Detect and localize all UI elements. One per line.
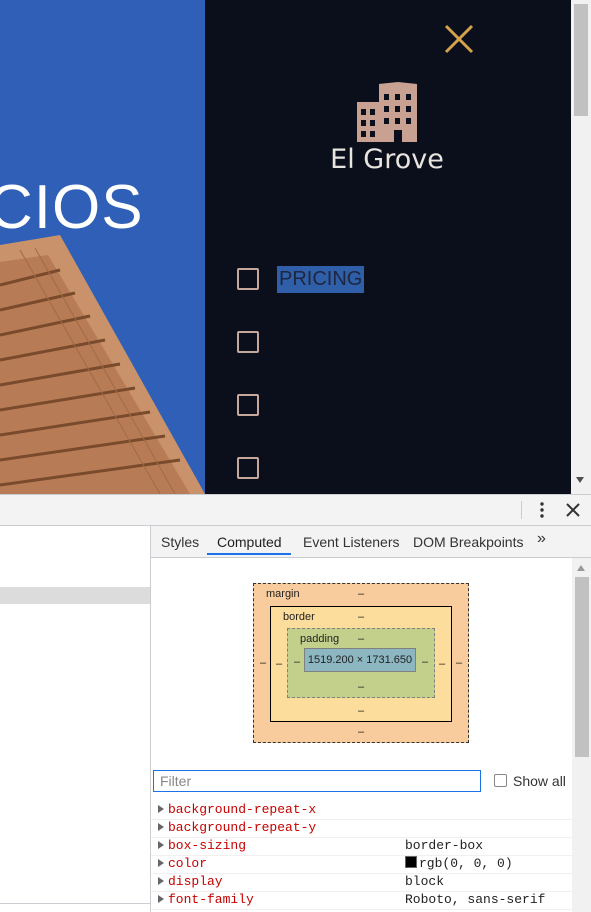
building-photo bbox=[0, 235, 205, 494]
toolbar-divider bbox=[521, 501, 522, 519]
property-name: box-sizing bbox=[168, 838, 247, 853]
margin-left-value: – bbox=[260, 657, 267, 669]
expand-arrow-icon[interactable] bbox=[158, 859, 164, 867]
expand-arrow-icon[interactable] bbox=[158, 877, 164, 885]
computed-property-row[interactable]: box-sizing border-box bbox=[151, 837, 572, 856]
scroll-down-arrow-icon[interactable] bbox=[576, 477, 584, 483]
tab-overflow-icon[interactable]: » bbox=[537, 530, 546, 548]
property-value: block bbox=[405, 874, 445, 889]
property-name: color bbox=[168, 856, 208, 871]
border-right-value: – bbox=[439, 658, 446, 670]
checkbox-icon[interactable] bbox=[237, 268, 259, 290]
filter-bar: Show all bbox=[151, 769, 572, 799]
property-name: font-family bbox=[168, 892, 254, 907]
checkbox-icon[interactable] bbox=[237, 457, 259, 479]
box-model-margin[interactable]: margin – – – – border – – – – padding – … bbox=[253, 583, 469, 743]
tab-event-listeners[interactable]: Event Listeners bbox=[303, 534, 400, 550]
menu-item-2[interactable] bbox=[237, 329, 259, 355]
property-name: background-repeat-y bbox=[168, 820, 317, 835]
expand-arrow-icon[interactable] bbox=[158, 823, 164, 831]
property-value: rgb(0, 0, 0) bbox=[419, 856, 513, 871]
padding-bottom-value: – bbox=[358, 681, 365, 693]
sidebar-tabs: Styles Computed Event Listeners DOM Brea… bbox=[151, 526, 591, 558]
show-all-label: Show all bbox=[513, 773, 566, 789]
border-label: border bbox=[283, 611, 315, 623]
computed-property-row[interactable]: background-repeat-y bbox=[151, 819, 572, 838]
margin-bottom-value: – bbox=[358, 726, 365, 738]
close-icon[interactable] bbox=[442, 22, 478, 58]
close-icon[interactable] bbox=[565, 502, 581, 518]
color-swatch-icon[interactable] bbox=[405, 856, 417, 868]
property-value-color: rgb(0, 0, 0) bbox=[405, 856, 513, 871]
show-all-checkbox[interactable] bbox=[494, 774, 507, 787]
property-value: Roboto, sans-serif bbox=[405, 892, 546, 907]
padding-left-value: – bbox=[294, 656, 301, 668]
margin-label: margin bbox=[266, 588, 300, 600]
tab-computed[interactable]: Computed bbox=[217, 534, 282, 550]
building-icon bbox=[357, 82, 417, 142]
expand-arrow-icon[interactable] bbox=[158, 895, 164, 903]
page-viewport: CIOS El Grove PRICING bbox=[0, 0, 591, 494]
border-bottom-value: – bbox=[358, 705, 365, 717]
checkbox-icon[interactable] bbox=[237, 331, 259, 353]
computed-property-row[interactable]: font-family Roboto, sans-serif bbox=[151, 891, 572, 910]
computed-property-row[interactable]: display block bbox=[151, 873, 572, 892]
tab-dom-breakpoints[interactable]: DOM Breakpoints bbox=[413, 534, 523, 550]
page-scroll-thumb[interactable] bbox=[574, 4, 588, 116]
computed-property-row[interactable]: color rgb(0, 0, 0) bbox=[151, 855, 572, 874]
property-name: display bbox=[168, 874, 223, 889]
menu-item-label: PRICING bbox=[277, 265, 365, 293]
menu-item-4[interactable] bbox=[237, 455, 259, 481]
sidebar-scroll-thumb[interactable] bbox=[575, 577, 589, 757]
pane-divider bbox=[0, 903, 150, 904]
box-model-padding[interactable]: padding – – – – 1519.200 × 1731.650 bbox=[287, 628, 435, 698]
computed-properties-list: background-repeat-x background-repeat-y … bbox=[151, 801, 572, 912]
selected-dom-node[interactable] bbox=[0, 587, 150, 604]
margin-top-value: – bbox=[358, 588, 365, 600]
filter-input[interactable] bbox=[153, 770, 481, 792]
property-name: background-repeat-x bbox=[168, 802, 317, 817]
scroll-up-arrow-icon[interactable] bbox=[577, 565, 585, 571]
hero-heading: CIOS bbox=[0, 173, 144, 242]
sidebar-pane: Styles Computed Event Listeners DOM Brea… bbox=[151, 526, 591, 912]
property-value: border-box bbox=[405, 838, 484, 853]
computed-property-row[interactable]: background-repeat-x bbox=[151, 801, 572, 820]
menu-item-pricing[interactable]: PRICING bbox=[237, 265, 365, 293]
menu-item-3[interactable] bbox=[237, 392, 259, 418]
border-top-value: – bbox=[358, 611, 365, 623]
sidebar-scrollbar[interactable] bbox=[572, 558, 591, 912]
devtools-panel: Styles Computed Event Listeners DOM Brea… bbox=[0, 494, 591, 912]
elements-tree-pane[interactable] bbox=[0, 526, 151, 912]
tab-styles[interactable]: Styles bbox=[161, 534, 199, 550]
box-model-border[interactable]: border – – – – padding – – – – 1519.200 … bbox=[270, 606, 452, 722]
margin-right-value: – bbox=[456, 657, 463, 669]
side-menu: El Grove PRICING bbox=[205, 0, 571, 494]
box-model-content[interactable]: 1519.200 × 1731.650 bbox=[304, 648, 416, 672]
border-left-value: – bbox=[276, 658, 283, 670]
devtools-toolbar bbox=[0, 495, 591, 526]
hero-section: CIOS bbox=[0, 0, 205, 494]
expand-arrow-icon[interactable] bbox=[158, 841, 164, 849]
box-model-diagram: margin – – – – border – – – – padding – … bbox=[151, 558, 572, 769]
padding-label: padding bbox=[300, 633, 340, 645]
page-scrollbar[interactable] bbox=[571, 0, 591, 494]
padding-top-value: – bbox=[358, 633, 365, 645]
padding-right-value: – bbox=[422, 656, 429, 668]
active-tab-indicator bbox=[207, 553, 291, 555]
expand-arrow-icon[interactable] bbox=[158, 805, 164, 813]
brand-name: El Grove bbox=[330, 144, 444, 175]
more-vert-icon[interactable] bbox=[533, 501, 551, 519]
checkbox-icon[interactable] bbox=[237, 394, 259, 416]
